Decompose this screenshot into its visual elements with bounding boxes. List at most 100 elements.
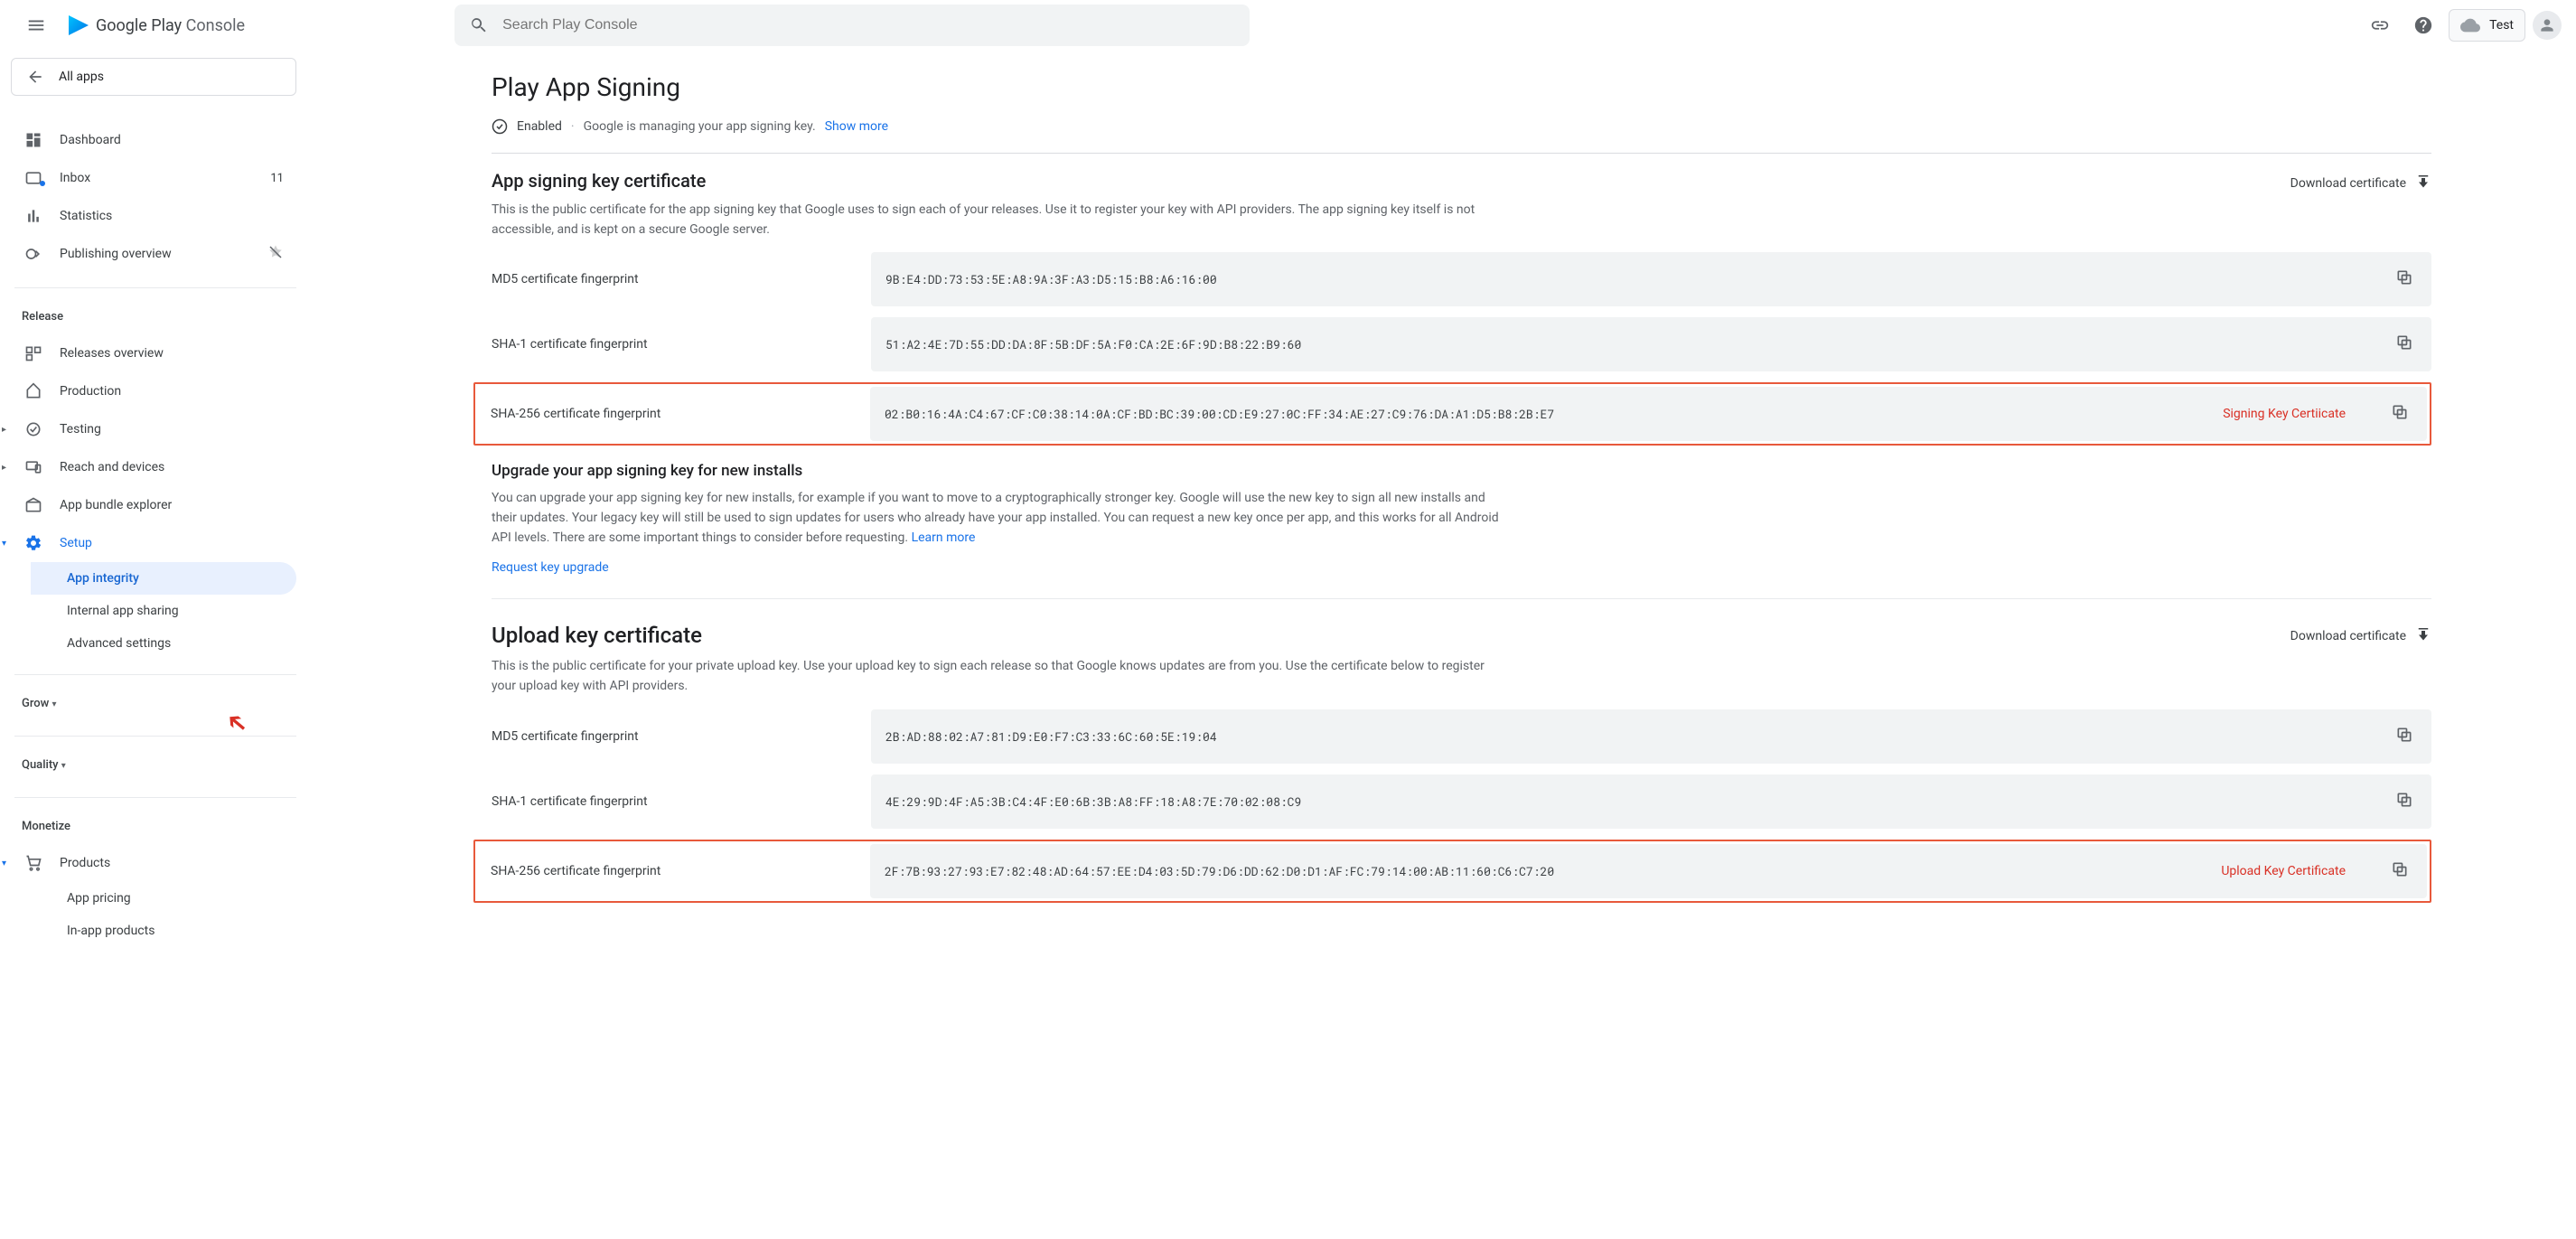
sidebar-item-inbox[interactable]: Inbox 11 [11, 159, 296, 197]
sidebar: All apps Dashboard Inbox 11 Statistics P… [0, 51, 311, 969]
sidebar-item-publishing-overview[interactable]: Publishing overview [11, 235, 296, 273]
sidebar-section-monetize: Monetize [14, 814, 296, 844]
fp-code: 51:A2:4E:7D:55:DD:DA:8F:5B:DF:5A:F0:CA:2… [885, 336, 2392, 352]
sidebar-label: Dashboard [60, 133, 121, 147]
sidebar-item-app-pricing[interactable]: App pricing [14, 882, 296, 915]
menu-icon [26, 15, 46, 35]
fingerprint-row-sha256: SHA-256 certificate fingerprint 2F:7B:93… [491, 844, 2427, 898]
sidebar-item-statistics[interactable]: Statistics [11, 197, 296, 235]
copy-button[interactable] [2387, 857, 2412, 886]
account-label: Test [2489, 18, 2514, 33]
logo[interactable]: Google Play Console [69, 15, 245, 35]
stats-icon [24, 207, 42, 225]
fp-label: MD5 certificate fingerprint [492, 272, 835, 286]
hamburger-menu-button[interactable] [14, 4, 58, 47]
user-avatar[interactable] [2533, 11, 2562, 40]
notification-dot-icon [40, 181, 45, 186]
dashboard-icon [24, 131, 42, 149]
highlighted-upload-sha256: SHA-256 certificate fingerprint 2F:7B:93… [473, 840, 2431, 903]
fp-label: SHA-1 certificate fingerprint [492, 794, 835, 809]
divider [492, 598, 2431, 599]
play-logo-icon [69, 15, 89, 35]
sidebar-label: Publishing overview [60, 247, 172, 261]
sidebar-item-setup[interactable]: Setup [11, 524, 296, 562]
download-icon [2415, 175, 2431, 192]
brand-text: Google Play Console [96, 16, 245, 35]
signing-section-desc: This is the public certificate for the a… [492, 201, 1503, 239]
show-more-link[interactable]: Show more [825, 119, 888, 134]
sidebar-item-app-integrity[interactable]: App integrity [31, 562, 296, 595]
copy-button[interactable] [2387, 399, 2412, 428]
fp-label: SHA-1 certificate fingerprint [492, 337, 835, 352]
request-key-upgrade-link[interactable]: Request key upgrade [492, 560, 2431, 575]
highlighted-signing-sha256: SHA-256 certificate fingerprint 02:B0:16… [473, 382, 2431, 446]
link-button[interactable] [2362, 7, 2398, 43]
copy-button[interactable] [2392, 787, 2417, 816]
sidebar-item-in-app-products[interactable]: In-app products [14, 915, 296, 947]
sidebar-label: Testing [60, 422, 101, 436]
all-apps-button[interactable]: All apps [11, 58, 296, 96]
sidebar-item-app-bundle-explorer[interactable]: App bundle explorer [11, 486, 296, 524]
fp-code: 2B:AD:88:02:A7:81:D9:E0:F7:C3:33:6C:60:5… [885, 728, 2392, 745]
upload-section-desc: This is the public certificate for your … [492, 657, 1503, 696]
page-title: Play App Signing [492, 72, 2431, 102]
upload-key-section: Upload key certificate This is the publi… [492, 623, 2431, 902]
signing-section-title: App signing key certificate [492, 170, 1503, 192]
upload-section-title: Upload key certificate [492, 623, 1503, 648]
fp-code: 4E:29:9D:4F:A5:3B:C4:4F:E0:6B:3B:A8:FF:1… [885, 793, 2392, 810]
copy-button[interactable] [2392, 265, 2417, 294]
annotation-upload: Upload Key Certificate [2221, 864, 2346, 878]
sidebar-item-products[interactable]: Products [11, 844, 296, 882]
sidebar-label: App bundle explorer [60, 498, 172, 512]
status-row: Enabled · Google is managing your app si… [492, 118, 2431, 154]
search-input[interactable] [502, 17, 1235, 33]
upgrade-title: Upgrade your app signing key for new ins… [492, 462, 2431, 480]
sidebar-item-dashboard[interactable]: Dashboard [11, 121, 296, 159]
sidebar-section-quality[interactable]: Quality ▾ [14, 753, 296, 783]
search-box[interactable] [454, 5, 1250, 46]
sidebar-label: Statistics [60, 209, 112, 223]
fp-code: 02:B0:16:4A:C4:67:CF:C0:38:14:0A:CF:BD:B… [885, 406, 2387, 422]
fp-value-box: 4E:29:9D:4F:A5:3B:C4:4F:E0:6B:3B:A8:FF:1… [871, 774, 2431, 829]
copy-button[interactable] [2392, 330, 2417, 359]
fingerprint-row-md5: MD5 certificate fingerprint 9B:E4:DD:73:… [492, 252, 2431, 306]
download-label: Download certificate [2290, 176, 2406, 191]
help-icon [2413, 15, 2433, 35]
back-arrow-icon [26, 68, 44, 86]
publish-icon [24, 245, 42, 263]
fp-value-box: 2B:AD:88:02:A7:81:D9:E0:F7:C3:33:6C:60:5… [871, 709, 2431, 764]
sidebar-item-releases-overview[interactable]: Releases overview [11, 334, 296, 372]
help-button[interactable] [2405, 7, 2441, 43]
fp-value-box: 9B:E4:DD:73:53:5E:A8:9A:3F:A3:D5:15:B8:A… [871, 252, 2431, 306]
sidebar-item-internal-app-sharing[interactable]: Internal app sharing [14, 595, 296, 627]
main-content: Play App Signing Enabled · Google is man… [311, 51, 2576, 969]
releases-icon [24, 344, 42, 362]
signing-key-section: App signing key certificate This is the … [492, 170, 2431, 446]
fp-value-box: 02:B0:16:4A:C4:67:CF:C0:38:14:0A:CF:BD:B… [870, 387, 2427, 441]
link-icon [2370, 15, 2390, 35]
annotation-signing: Signing Key Certiicate [2223, 407, 2346, 421]
fingerprint-row-sha1: SHA-1 certificate fingerprint 51:A2:4E:7… [492, 317, 2431, 371]
sidebar-label: Inbox [60, 171, 90, 185]
learn-more-link[interactable]: Learn more [912, 530, 976, 545]
reach-icon [24, 458, 42, 476]
cloud-icon [2460, 15, 2480, 35]
download-upload-cert-button[interactable]: Download certificate [2290, 628, 2431, 644]
topbar-right: Test [2362, 7, 2562, 43]
sidebar-label: Releases overview [60, 346, 164, 361]
sidebar-item-advanced-settings[interactable]: Advanced settings [14, 627, 296, 660]
fingerprint-row-sha256: SHA-256 certificate fingerprint 02:B0:16… [491, 387, 2427, 441]
sidebar-section-grow[interactable]: Grow ▾ [14, 691, 296, 721]
cart-icon [24, 854, 42, 872]
sidebar-item-production[interactable]: Production [11, 372, 296, 410]
account-switcher[interactable]: Test [2449, 9, 2525, 42]
fp-label: SHA-256 certificate fingerprint [491, 407, 834, 421]
sidebar-item-reach-devices[interactable]: Reach and devices [11, 448, 296, 486]
download-icon [2415, 628, 2431, 644]
download-signing-cert-button[interactable]: Download certificate [2290, 175, 2431, 192]
sidebar-label: Reach and devices [60, 460, 164, 474]
sidebar-item-testing[interactable]: Testing [11, 410, 296, 448]
fp-label: MD5 certificate fingerprint [492, 729, 835, 744]
copy-button[interactable] [2392, 722, 2417, 751]
testing-icon [24, 420, 42, 438]
